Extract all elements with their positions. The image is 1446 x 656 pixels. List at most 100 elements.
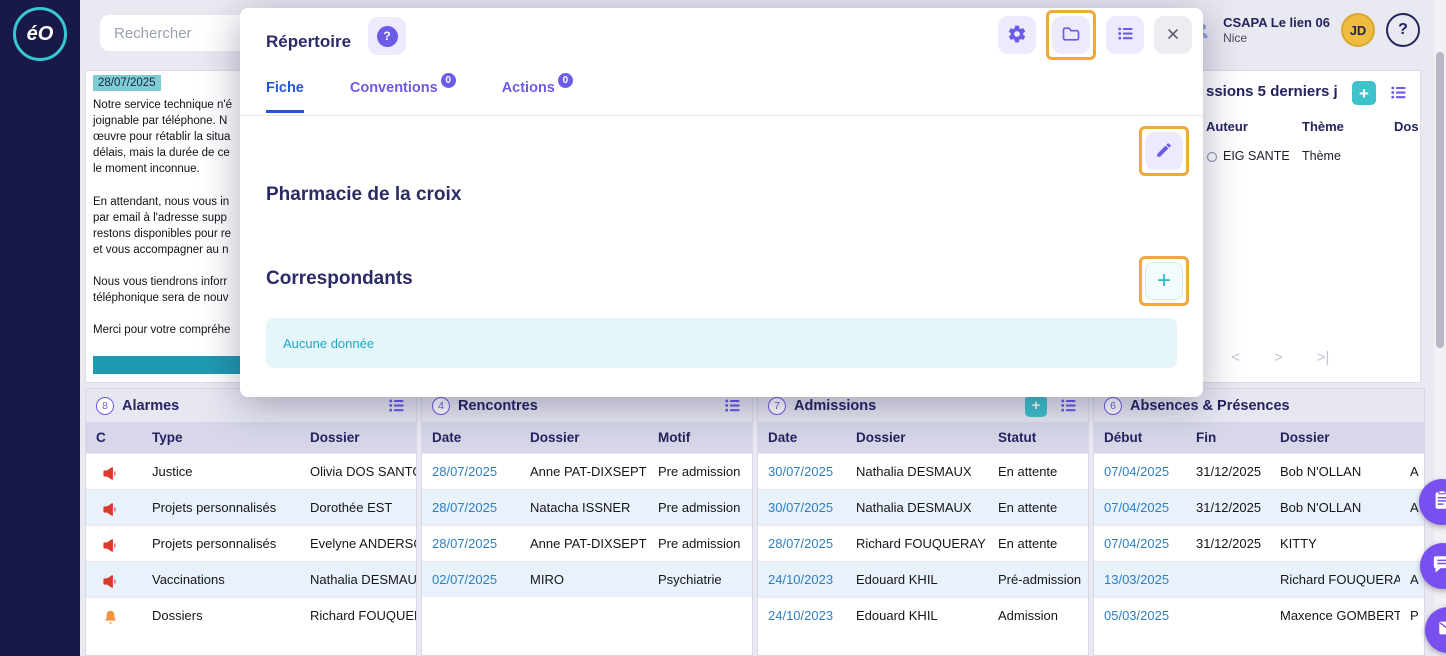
add-correspondant-button[interactable]: + — [1145, 262, 1183, 300]
table-row[interactable]: 28/07/2025Richard FOUQUERAYEn attente — [758, 526, 1088, 562]
column-header[interactable] — [1400, 422, 1424, 454]
column-header[interactable]: Dossier — [520, 422, 648, 454]
add-admission-button[interactable]: + — [1025, 395, 1047, 417]
table-cell: 07/04/2025 — [1094, 454, 1186, 490]
list-view-icon[interactable] — [387, 396, 406, 415]
list-button[interactable] — [1106, 16, 1144, 54]
folder-button[interactable] — [1052, 16, 1090, 54]
tab-label: Conventions — [350, 80, 438, 96]
table-cell — [86, 562, 142, 598]
table-cell: 13/03/2025 — [1094, 562, 1186, 598]
floating-message-button[interactable] — [1425, 607, 1446, 653]
close-button[interactable] — [1154, 16, 1192, 54]
column-header[interactable]: Motif — [648, 422, 752, 454]
alarms-panel: 8 Alarmes CTypeDossierJusticeOlivia DOS … — [85, 388, 417, 656]
table-cell — [86, 490, 142, 526]
app-window: éO Rechercher CSAPA Le lien 06 Nice JD ?… — [0, 0, 1446, 656]
column-header[interactable]: Dos — [1386, 113, 1418, 140]
table-row[interactable]: 28/07/2025Anne PAT-DIXSEPTPre admission — [422, 526, 752, 562]
modal-tabs: Fiche Conventions 0 Actions 0 — [266, 80, 573, 113]
panel-title: Admissions — [794, 398, 876, 414]
settings-button[interactable] — [998, 16, 1036, 54]
tab-badge: 0 — [441, 73, 456, 88]
user-avatar[interactable]: JD — [1341, 13, 1375, 47]
search-placeholder: Rechercher — [114, 25, 192, 42]
table-cell: Nathalia DESMAUX — [846, 454, 988, 490]
alarm-megaphone-icon — [102, 501, 119, 518]
table-row[interactable]: VaccinationsNathalia DESMAUX — [86, 562, 416, 598]
table-cell: 02/07/2025 — [422, 562, 520, 598]
table-row[interactable]: 07/04/202531/12/2025Bob N'OLLANA — [1094, 490, 1424, 526]
table-cell: Dossiers — [142, 598, 300, 634]
alarm-megaphone-icon — [102, 537, 119, 554]
scrollbar-thumb[interactable] — [1436, 52, 1444, 348]
close-icon — [1165, 26, 1181, 45]
modal-help-button[interactable]: ? — [368, 17, 406, 55]
table-cell — [86, 454, 142, 490]
column-header[interactable]: Date — [422, 422, 520, 454]
add-transmission-button[interactable]: + — [1352, 81, 1376, 105]
table-row[interactable]: 05/03/2025Maxence GOMBERTP — [1094, 598, 1424, 634]
table-row[interactable]: 24/10/2023Edouard KHILPré-admission — [758, 562, 1088, 598]
table-cell — [1386, 140, 1418, 172]
gear-icon — [1007, 24, 1027, 47]
column-header[interactable]: Statut — [988, 422, 1088, 454]
question-icon: ? — [377, 26, 398, 47]
column-header[interactable]: Début — [1094, 422, 1186, 454]
note-date: 28/07/2025 — [93, 75, 161, 91]
table-row[interactable]: Projets personnalisésEvelyne ANDERSON — [86, 526, 416, 562]
edit-button[interactable] — [1145, 132, 1183, 170]
table-row[interactable]: 02/07/2025MIROPsychiatrie — [422, 562, 752, 598]
table-row[interactable]: 28/07/2025Natacha ISSNERPre admission — [422, 490, 752, 526]
empty-message: Aucune donnée — [283, 336, 374, 351]
table-cell: En attente — [988, 490, 1088, 526]
column-header[interactable]: Dossier — [1270, 422, 1400, 454]
column-header[interactable]: Date — [758, 422, 846, 454]
table-row[interactable]: Projets personnalisésDorothée EST — [86, 490, 416, 526]
column-header[interactable]: Dossier — [846, 422, 988, 454]
table-row[interactable]: 30/07/2025Nathalia DESMAUXEn attente — [758, 490, 1088, 526]
table-row[interactable]: 13/03/2025Richard FOUQUERAYA — [1094, 562, 1424, 598]
table-row[interactable]: EIG SANTEThème — [1198, 140, 1418, 172]
search-input[interactable]: Rechercher — [100, 15, 260, 51]
column-header[interactable]: Type — [142, 422, 300, 454]
table-row[interactable]: DossiersRichard FOUQUERAY — [86, 598, 416, 634]
tab-actions[interactable]: Actions 0 — [502, 80, 573, 113]
table-cell: Maxence GOMBERT — [1270, 598, 1400, 634]
table-cell: Pre admission — [648, 454, 752, 490]
table-row[interactable]: 07/04/202531/12/2025Bob N'OLLANA — [1094, 454, 1424, 490]
help-button[interactable]: ? — [1386, 13, 1420, 47]
table-cell: Projets personnalisés — [142, 526, 300, 562]
table-row[interactable]: 28/07/2025Anne PAT-DIXSEPTPre admission — [422, 454, 752, 490]
table-cell: 07/04/2025 — [1094, 526, 1186, 562]
panel-title: Alarmes — [122, 398, 179, 414]
column-header[interactable]: Auteur — [1198, 113, 1294, 140]
chat-icon — [1432, 553, 1446, 580]
table-row[interactable]: 07/04/202531/12/2025KITTY — [1094, 526, 1424, 562]
page-next-icon[interactable]: > — [1274, 349, 1283, 366]
table-row[interactable]: JusticeOlivia DOS SANTOS — [86, 454, 416, 490]
column-header[interactable]: Thème — [1294, 113, 1386, 140]
column-header[interactable]: Fin — [1186, 422, 1270, 454]
list-view-icon[interactable] — [723, 396, 742, 415]
table-row[interactable]: 24/10/2023Edouard KHILAdmission — [758, 598, 1088, 634]
table-cell: 28/07/2025 — [422, 526, 520, 562]
app-logo[interactable]: éO — [13, 7, 67, 61]
list-view-icon[interactable] — [1059, 396, 1078, 415]
page-last-icon[interactable]: >| — [1317, 349, 1330, 366]
list-view-icon[interactable] — [1389, 83, 1408, 102]
tab-conventions[interactable]: Conventions 0 — [350, 80, 456, 113]
column-header[interactable]: C — [86, 422, 142, 454]
page-prev-icon[interactable]: < — [1231, 349, 1240, 366]
table-cell: Thème — [1294, 140, 1386, 172]
table-cell: Richard FOUQUERAY — [300, 598, 416, 634]
table-cell: A — [1400, 454, 1424, 490]
table-cell: 28/07/2025 — [422, 454, 520, 490]
avatar-dot-icon — [1206, 151, 1218, 163]
highlight-box-edit — [1139, 126, 1189, 176]
table-row[interactable]: 30/07/2025Nathalia DESMAUXEn attente — [758, 454, 1088, 490]
list-icon — [1116, 24, 1135, 46]
table-cell: 31/12/2025 — [1186, 490, 1270, 526]
column-header[interactable]: Dossier — [300, 422, 416, 454]
tab-fiche[interactable]: Fiche — [266, 80, 304, 113]
